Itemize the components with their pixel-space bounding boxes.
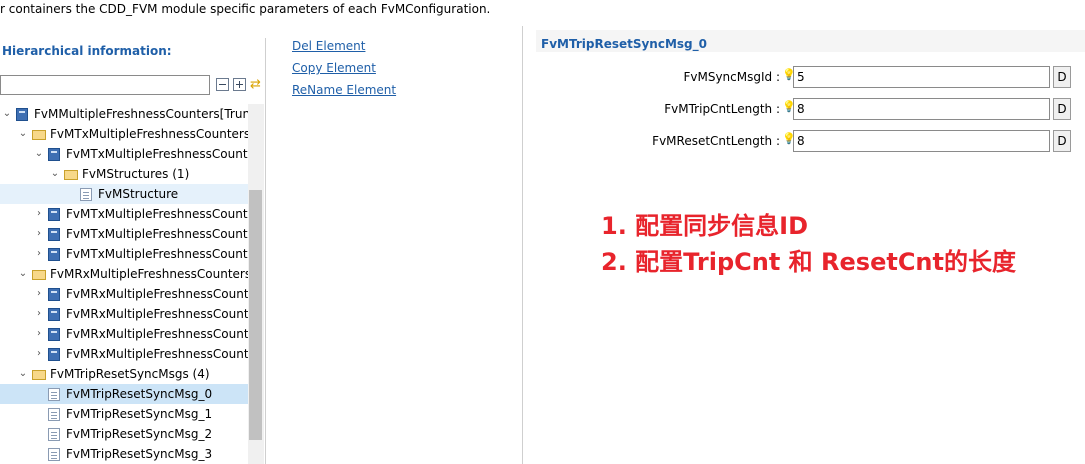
chevron-down-icon[interactable]: ⌄ [18, 364, 28, 384]
collapse-all-icon[interactable] [216, 78, 229, 91]
chevron-down-icon[interactable]: ⌄ [18, 124, 28, 144]
reset-cnt-length-default-button[interactable]: D [1053, 130, 1071, 152]
tree-item-label: FvMMultipleFreshnessCounters[Trunca [34, 107, 248, 121]
chevron-right-icon[interactable]: › [34, 244, 44, 264]
tree-item[interactable]: › FvMTxMultipleFreshnessCounter [0, 244, 248, 264]
tree-item-label: FvMStructures (1) [82, 167, 190, 181]
form-title: FvMTripResetSyncMsg_0 [541, 37, 707, 51]
chevron-right-icon[interactable]: › [34, 344, 44, 364]
trip-cnt-length-input[interactable] [793, 98, 1050, 120]
field-label-trip-cnt-length: FvMTripCntLength : [664, 102, 780, 116]
chevron-right-icon[interactable]: › [34, 324, 44, 344]
module-icon [48, 348, 60, 361]
hierarchy-title: Hierarchical information: [2, 44, 172, 58]
module-icon [16, 108, 28, 121]
tree-item[interactable]: › FvMRxMultipleFreshnessCounter [0, 304, 248, 324]
module-icon [48, 208, 60, 221]
chevron-down-icon[interactable]: ⌄ [50, 164, 60, 184]
tree-item-label: FvMTxMultipleFreshnessCounter [66, 227, 248, 241]
panel-divider [522, 26, 523, 464]
document-icon [48, 388, 60, 401]
tree-item-label: FvMTripResetSyncMsg_3 [66, 447, 213, 461]
tree-item-label: FvMTxMultipleFreshnessCounter [66, 247, 248, 261]
tree-item[interactable]: ⌄ FvMStructures (1) [0, 164, 248, 184]
folder-icon [32, 370, 46, 380]
document-icon [48, 408, 60, 421]
chevron-down-icon[interactable]: ⌄ [18, 264, 28, 284]
tree-item[interactable]: FvMTripResetSyncMsg_1 [0, 404, 248, 424]
annotation-line-1: 1. 配置同步信息ID [601, 212, 809, 240]
tree-scroll-thumb[interactable] [249, 190, 262, 440]
module-icon [48, 148, 60, 161]
tree-item-label: FvMTripResetSyncMsg_1 [66, 407, 213, 421]
tree-item-label: FvMRxMultipleFreshnessCounterss [50, 267, 248, 281]
chevron-right-icon[interactable]: › [34, 224, 44, 244]
trip-cnt-length-default-button[interactable]: D [1053, 98, 1071, 120]
module-icon [48, 308, 60, 321]
sync-msg-id-input[interactable] [793, 66, 1050, 88]
link-sync-icon[interactable]: ⇄ [250, 78, 263, 91]
module-description: r containers the CDD_FVM module specific… [0, 2, 491, 16]
tree-item-label: FvMTripResetSyncMsg_0 [66, 387, 213, 401]
copy-element-link[interactable]: Copy Element [292, 61, 376, 75]
chevron-right-icon[interactable]: › [34, 304, 44, 324]
tree-item-label: FvMRxMultipleFreshnessCounter [66, 327, 248, 341]
tree-item-label: FvMTripResetSyncMsg_2 [66, 427, 213, 441]
tree-item-label: FvMTxMultipleFreshnessCounterss [50, 127, 248, 141]
tree-item[interactable]: ⌄ FvMTripResetSyncMsgs (4) [0, 364, 248, 384]
del-element-link[interactable]: Del Element [292, 39, 365, 53]
chevron-right-icon[interactable]: › [34, 204, 44, 224]
tree-item-label: FvMTxMultipleFreshnessCounter [66, 147, 248, 161]
tree-filter-input[interactable] [0, 75, 210, 95]
tree-item[interactable]: ⌄ FvMTxMultipleFreshnessCounter [0, 144, 248, 164]
chevron-down-icon[interactable]: ⌄ [34, 144, 44, 164]
folder-icon [32, 270, 46, 280]
folder-icon [64, 170, 78, 180]
reset-cnt-length-input[interactable] [793, 130, 1050, 152]
tree-item[interactable]: › FvMRxMultipleFreshnessCounter [0, 324, 248, 344]
tree-item[interactable]: ⌄ FvMRxMultipleFreshnessCounterss [0, 264, 248, 284]
module-icon [48, 228, 60, 241]
document-icon [80, 188, 92, 201]
document-icon [48, 448, 60, 461]
module-icon [48, 288, 60, 301]
tree-item[interactable]: FvMTripResetSyncMsg_0 [0, 384, 248, 404]
sync-msg-id-default-button[interactable]: D [1053, 66, 1071, 88]
folder-icon [32, 130, 46, 140]
module-icon [48, 328, 60, 341]
tree-item-label: FvMRxMultipleFreshnessCounter [66, 347, 248, 361]
tree-item-label: FvMTxMultipleFreshnessCounter [66, 207, 248, 221]
tree-item[interactable]: ⌄ FvMTxMultipleFreshnessCounterss [0, 124, 248, 144]
tree-item-label: FvMStructure [98, 187, 179, 201]
annotation-line-2: 2. 配置TripCnt 和 ResetCnt的长度 [601, 248, 1016, 276]
tree-item[interactable]: › FvMTxMultipleFreshnessCounter [0, 224, 248, 244]
tree-item[interactable]: FvMStructure [0, 184, 248, 204]
field-label-reset-cnt-length: FvMResetCntLength : [652, 134, 780, 148]
expand-all-icon[interactable] [233, 78, 246, 91]
tree-item[interactable]: ⌄ FvMMultipleFreshnessCounters[Trunca [0, 104, 248, 124]
hierarchy-tree: ⌄ FvMMultipleFreshnessCounters[Trunca ⌄ FvM… [0, 104, 248, 464]
tree-item[interactable]: FvMTripResetSyncMsg_2 [0, 424, 248, 444]
document-icon [48, 428, 60, 441]
field-label-sync-msg-id: FvMSyncMsgId : [683, 70, 780, 84]
tree-item-label: FvMTripResetSyncMsgs (4) [50, 367, 210, 381]
tree-item-label: FvMRxMultipleFreshnessCounter [66, 287, 248, 301]
tree-item[interactable]: FvMTripResetSyncMsg_3 [0, 444, 248, 464]
chevron-right-icon[interactable]: › [34, 284, 44, 304]
rename-element-link[interactable]: ReName Element [292, 83, 396, 97]
tree-item-label: FvMRxMultipleFreshnessCounter [66, 307, 248, 321]
tree-item[interactable]: › FvMTxMultipleFreshnessCounter [0, 204, 248, 224]
tree-item[interactable]: › FvMRxMultipleFreshnessCounter [0, 344, 248, 364]
chevron-down-icon[interactable]: ⌄ [2, 104, 12, 124]
module-icon [48, 248, 60, 261]
tree-item[interactable]: › FvMRxMultipleFreshnessCounter [0, 284, 248, 304]
